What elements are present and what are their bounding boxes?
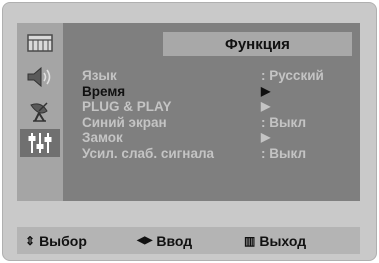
menu-item-label: Замок (82, 130, 123, 145)
help-exit: ▥ Выход (244, 227, 306, 254)
menu-item-label: Время (82, 83, 126, 99)
help-bar: ⇕ Выбор ◀▶ Ввод ▥ Выход (17, 227, 360, 254)
submenu-arrow-icon: ▶ (261, 99, 271, 113)
menu-item-label: Синий экран (82, 114, 167, 130)
tv-menu-frame: Функция Язык : Русский Время ▶ PLUG & PL… (2, 2, 377, 261)
menu-item-time[interactable]: Время ▶ (82, 84, 352, 100)
osd-menu-panel: Функция Язык : Русский Время ▶ PLUG & PL… (17, 23, 360, 201)
menu-item-lock[interactable]: Замок ▶ (82, 130, 352, 146)
sound-icon[interactable] (22, 65, 58, 89)
menu-item-value: : Выкл (261, 114, 307, 130)
left-right-arrows-icon: ◀▶ (137, 235, 153, 246)
help-select: ⇕ Выбор (25, 227, 87, 254)
menu-item-weak-signal-boost[interactable]: Усил. слаб. сигнала : Выкл (82, 146, 352, 162)
function-menu-list: Язык : Русский Время ▶ PLUG & PLAY ▶ Син… (82, 68, 352, 161)
up-down-arrows-icon: ⇕ (25, 233, 36, 248)
submenu-arrow-icon: ▶ (261, 83, 271, 98)
menu-item-plug-and-play[interactable]: PLUG & PLAY ▶ (82, 99, 352, 115)
menu-item-label: Усил. слаб. сигнала (82, 145, 215, 161)
menu-item-blue-screen[interactable]: Синий экран : Выкл (82, 115, 352, 131)
channel-antenna-icon[interactable] (22, 99, 58, 123)
help-select-label: Выбор (39, 232, 87, 249)
menu-item-label: Язык (82, 68, 117, 83)
submenu-arrow-icon: ▶ (261, 130, 271, 144)
menu-sidebar (17, 23, 63, 201)
menu-exit-icon: ▥ (244, 233, 256, 248)
menu-title: Функция (163, 32, 352, 56)
help-exit-label: Выход (259, 232, 307, 249)
menu-item-value: : Русский (261, 68, 324, 83)
picture-icon[interactable] (22, 31, 58, 55)
menu-item-label: PLUG & PLAY (82, 99, 172, 114)
menu-item-value: : Выкл (261, 145, 307, 161)
function-settings-icon[interactable] (20, 129, 60, 157)
menu-item-language[interactable]: Язык : Русский (82, 68, 352, 84)
help-enter-label: Ввод (156, 232, 193, 249)
help-enter: ◀▶ Ввод (137, 227, 192, 254)
